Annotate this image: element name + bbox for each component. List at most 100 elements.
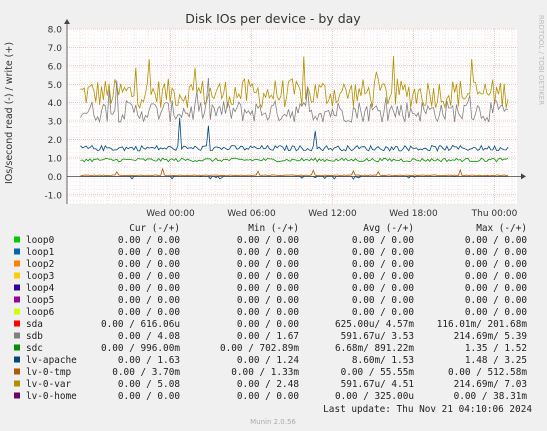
legend-avg: 0.00 / 0.00 [352, 259, 414, 270]
legend-avg: 0.00 / 0.00 [352, 235, 414, 246]
legend-min: 0.00 / 0.00 [237, 295, 299, 306]
legend-cur: 0.00 / 0.00 [118, 235, 180, 246]
legend-series-name: loop3 [26, 271, 54, 282]
legend-cur: 0.00 / 0.00 [118, 247, 180, 258]
legend-max: 214.69m/ 5.39 [454, 331, 528, 342]
y-axis-label: IOs/second read (-) / write (+) [4, 42, 15, 184]
legend-swatch [14, 248, 20, 255]
legend-max: 1.35 / 1.52 [465, 343, 527, 354]
legend-swatch [14, 320, 20, 327]
legend-series-name: sda [26, 319, 43, 330]
legend-series-name: lv-0-home [26, 391, 77, 402]
x-tick-label: Wed 18:00 [389, 209, 438, 219]
legend-swatch [14, 380, 20, 387]
legend-avg: 0.00 / 0.00 [352, 247, 414, 258]
legend-header-max: Max (-/+) [476, 223, 527, 234]
legend-max: 0.00 / 0.00 [465, 259, 527, 270]
legend-min: 0.00 / 0.00 [237, 271, 299, 282]
legend-swatch [14, 392, 20, 399]
disk-io-chart: Disk IOs per device - by day IOs/second … [0, 0, 547, 431]
legend-series-name: lv-apache [26, 355, 77, 366]
legend-series-name: loop2 [26, 259, 54, 270]
x-tick-label: Wed 06:00 [227, 209, 276, 219]
legend-min: 0.00 / 1.33m [231, 367, 299, 378]
y-tick-label: 0.0 [48, 173, 63, 183]
y-tick-label: 2.0 [48, 136, 63, 146]
legend-header-avg: Avg (-/+) [363, 223, 414, 234]
legend-max: 0.00 / 0.00 [465, 235, 527, 246]
legend-swatch [14, 236, 20, 243]
legend-cur: 0.00 / 616.06u [101, 319, 180, 330]
legend-swatch [14, 332, 20, 339]
legend-header-cur: Cur (-/+) [129, 223, 180, 234]
legend-avg: 6.68m/ 891.22m [335, 343, 414, 354]
legend-cur: 0.00 / 4.08 [118, 331, 180, 342]
legend-avg: 8.60m/ 1.53 [352, 355, 414, 366]
legend-max: 0.00 / 38.31m [454, 391, 528, 402]
legend-swatch [14, 368, 20, 375]
legend-series-name: loop4 [26, 283, 55, 294]
legend-series-name: lv-0-tmp [26, 367, 72, 378]
legend-cur: 0.00 / 3.70m [112, 367, 180, 378]
legend-max: 116.01m/ 201.68m [437, 319, 528, 330]
legend-avg: 0.00 / 0.00 [352, 283, 414, 294]
y-tick-label: 6.0 [48, 62, 63, 72]
footer: Munin 2.0.56 [250, 418, 296, 426]
legend-swatch [14, 308, 20, 315]
plot-area: 8.0 7.0 6.0 5.0 4.0 3.0 2.0 1.0 0.0 -1.0 Wed 00:00… [44, 19, 526, 219]
legend-min: 0.00 / 1.67 [237, 331, 299, 342]
legend-swatch [14, 356, 20, 363]
legend-min: 0.00 / 0.00 [237, 307, 299, 318]
legend-series-name: loop0 [26, 235, 55, 246]
watermark: RRDTOOL / TOBI OETIKER [537, 15, 545, 105]
legend-avg: 0.00 / 325.00u [335, 391, 414, 402]
legend-cur: 0.00 / 5.08 [118, 379, 180, 390]
legend-cur: 0.00 / 996.00m [101, 343, 180, 354]
legend-swatch [14, 272, 20, 279]
legend-min: 0.00 / 0.00 [237, 259, 299, 270]
legend-min: 0.00 / 0.00 [237, 391, 299, 402]
legend-cur: 0.00 / 0.00 [118, 391, 180, 402]
legend-max: 0.00 / 0.00 [465, 283, 527, 294]
legend-min: 0.00 / 2.48 [237, 379, 299, 390]
y-tick-label: 1.0 [48, 154, 63, 164]
legend-avg: 591.67u/ 4.51 [341, 379, 415, 390]
legend-swatch [14, 260, 20, 267]
legend-avg: 591.67u/ 3.53 [341, 331, 414, 342]
x-tick-label: Wed 00:00 [146, 209, 195, 219]
legend-cur: 0.00 / 1.63 [118, 355, 180, 366]
x-tick-label: Thu 00:00 [471, 209, 518, 219]
legend-max: 1.48 / 3.25 [465, 355, 527, 366]
legend-cur: 0.00 / 0.00 [118, 259, 180, 270]
legend-min: 0.00 / 0.00 [237, 235, 299, 246]
legend-min: 0.00 / 0.00 [237, 283, 299, 294]
legend-cur: 0.00 / 0.00 [118, 307, 180, 318]
legend-max: 214.69m/ 7.03 [454, 379, 527, 390]
legend-avg: 0.00 / 55.55m [341, 367, 415, 378]
y-tick-label: -1.0 [44, 191, 62, 201]
chart-title: Disk IOs per device - by day [185, 11, 361, 26]
legend-min: 0.00 / 0.00 [237, 319, 299, 330]
legend-series-name: loop5 [26, 295, 54, 306]
legend-min: 0.00 / 1.24 [237, 355, 299, 366]
legend-avg: 0.00 / 0.00 [352, 295, 414, 306]
legend-avg: 0.00 / 0.00 [352, 307, 414, 318]
y-tick-label: 4.0 [48, 99, 63, 109]
legend-cur: 0.00 / 0.00 [118, 295, 180, 306]
x-tick-label: Wed 12:00 [308, 209, 357, 219]
legend-series-name: loop6 [26, 307, 55, 318]
legend-max: 0.00 / 0.00 [465, 295, 527, 306]
legend-max: 0.00 / 0.00 [465, 271, 527, 282]
legend-max: 0.00 / 0.00 [465, 307, 527, 318]
y-tick-label: 8.0 [48, 26, 63, 36]
legend-min: 0.00 / 702.89m [220, 343, 299, 354]
legend-series-name: sdb [26, 331, 43, 342]
legend-cur: 0.00 / 0.00 [118, 283, 180, 294]
legend-swatch [14, 284, 20, 291]
y-tick-label: 7.0 [48, 44, 63, 54]
legend-avg: 625.00u/ 4.57m [335, 319, 414, 330]
legend-header-min: Min (-/+) [248, 223, 299, 234]
legend-swatch [14, 344, 20, 351]
legend-avg: 0.00 / 0.00 [352, 271, 414, 282]
legend-series-name: sdc [26, 343, 43, 354]
